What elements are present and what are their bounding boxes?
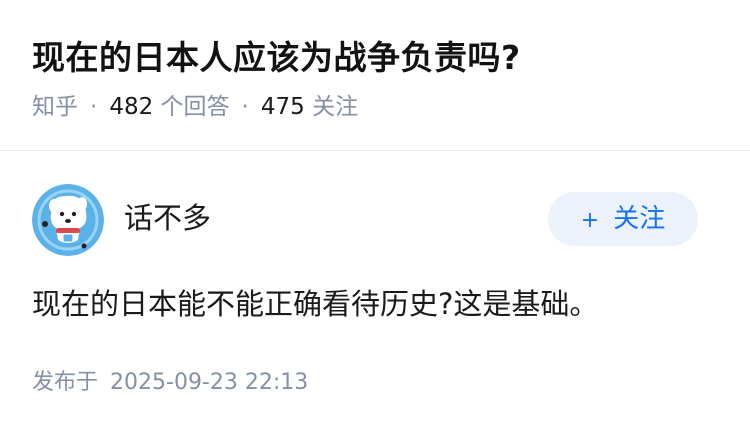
published-time: 2025-09-23 22:13 [110,370,309,395]
published-label: 发布于 [32,370,99,395]
question-header: 现在的日本人应该为战争负责吗? 知乎 · 482 个回答 · 475 关注 [32,36,730,122]
cartoon-avatar-icon [32,184,104,256]
author-row: 话不多 + 关注 [32,184,698,256]
publish-info: 发布于 2025-09-23 22:13 [32,368,308,398]
plus-icon: + [580,208,600,233]
author-avatar[interactable] [32,184,104,256]
answer-count-label: 个回答 [160,94,230,120]
section-divider [0,150,750,151]
follower-count-label: 关注 [312,94,359,120]
author-name[interactable]: 话不多 [124,200,211,236]
question-meta: 知乎 · 482 个回答 · 475 关注 [32,92,730,122]
follower-count: 475 [260,94,305,120]
follow-button[interactable]: + 关注 [548,192,698,246]
meta-separator: · [90,94,98,120]
answer-content: 现在的日本能不能正确看待历史?这是基础。 [32,287,599,321]
follow-button-label: 关注 [613,204,666,234]
question-title[interactable]: 现在的日本人应该为战争负责吗? [32,36,730,80]
source-label: 知乎 [32,94,78,120]
answer-count: 482 [109,94,154,120]
meta-separator: · [241,94,249,120]
